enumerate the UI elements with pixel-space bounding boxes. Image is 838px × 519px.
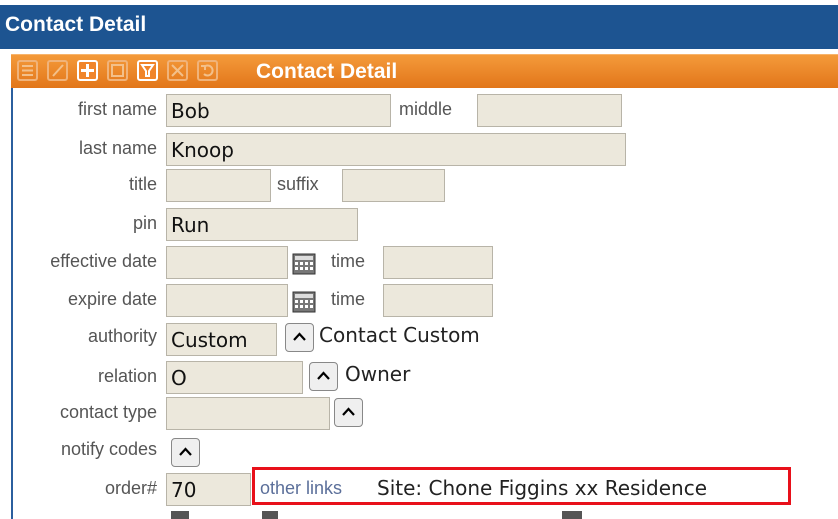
chevron-up-icon [342,407,355,416]
calendar-icon[interactable] [292,291,316,313]
toolbar: Contact Detail [11,54,838,88]
authority-input[interactable]: Custom [166,323,277,356]
delete-icon[interactable] [167,60,188,81]
last-name-input[interactable]: Knoop [166,133,626,166]
chevron-up-icon [179,447,192,456]
effective-time-label: time [331,251,366,271]
chevron-up-icon [293,332,306,341]
other-links-label: other links [260,478,343,498]
effective-time-input[interactable] [383,246,493,279]
order-label: order# [104,478,157,498]
authority-description: Contact Custom [319,323,480,347]
authority-lookup-button[interactable] [285,323,314,352]
window-title: Contact Detail [0,5,838,49]
expire-date-input[interactable] [166,284,288,317]
relation-lookup-button[interactable] [309,362,338,391]
other-links-highlight: other links Site: Chone Figgins xx Resid… [252,467,791,505]
contact-type-label: contact type [59,402,157,422]
effective-date-input[interactable] [166,246,288,279]
suffix-input[interactable] [342,169,445,202]
suffix-label: suffix [277,174,319,194]
effective-date-label: effective date [50,251,157,271]
filter-icon[interactable] [137,60,158,81]
notify-codes-lookup-button[interactable] [171,438,200,467]
relation-label: relation [97,366,157,386]
relation-description: Owner [345,362,411,386]
save-icon[interactable] [107,60,128,81]
middle-input[interactable] [477,94,622,127]
other-links-site-link[interactable]: Site: Chone Figgins xx Residence [377,476,707,500]
contact-type-lookup-button[interactable] [334,398,363,427]
add-icon[interactable] [77,60,98,81]
title-input[interactable] [166,169,271,202]
pin-input[interactable]: Run [166,208,358,241]
chevron-up-icon [317,371,330,380]
last-name-label: last name [78,138,157,158]
order-input[interactable]: 70 [166,473,251,506]
first-name-input[interactable]: Bob [166,94,391,127]
pin-label: pin [132,213,157,233]
middle-label: middle [399,99,453,119]
contact-type-input[interactable] [166,397,330,430]
undo-icon[interactable] [197,60,218,81]
list-icon[interactable] [17,60,38,81]
calendar-icon[interactable] [292,253,316,275]
expire-time-label: time [331,289,366,309]
first-name-label: first name [77,99,157,119]
expire-time-input[interactable] [383,284,493,317]
expire-date-label: expire date [67,289,157,309]
title-label: title [128,174,157,194]
toolbar-title: Contact Detail [256,60,398,83]
notify-codes-label: notify codes [60,439,157,459]
relation-input[interactable]: O [166,361,303,394]
edit-icon[interactable] [47,60,68,81]
cropped-row [0,511,838,519]
authority-label: authority [87,326,157,346]
